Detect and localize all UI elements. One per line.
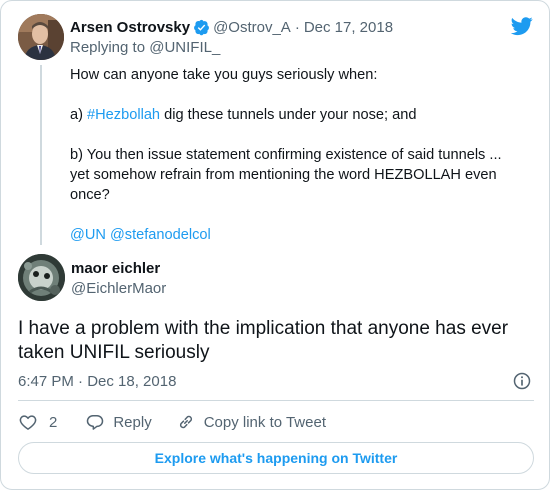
- copy-link-label: Copy link to Tweet: [203, 413, 326, 431]
- reply-button[interactable]: Reply: [85, 412, 152, 432]
- thread-connector-line: [40, 65, 42, 245]
- mention-un-link[interactable]: @UN: [70, 227, 106, 243]
- hashtag-hezbollah-link[interactable]: #Hezbollah: [87, 107, 160, 123]
- text-fragment: dig these tunnels under your nose; and: [160, 107, 417, 123]
- parent-text-line: How can anyone take you guys seriously w…: [70, 67, 378, 83]
- reply-text-line: I have a problem with the implication th…: [18, 318, 509, 339]
- mention-stefanodelcol-link[interactable]: @stefanodelcol: [110, 227, 211, 243]
- maor-eichler-avatar[interactable]: [18, 254, 65, 301]
- reply-button-label: Reply: [113, 413, 152, 431]
- parent-text-line: yet somehow refrain from mentioning the …: [70, 167, 497, 183]
- reply-tweet-text: I have a problem with the implication th…: [18, 317, 538, 365]
- reply-bubble-icon: [87, 415, 104, 430]
- parent-text-line: once?: [70, 187, 110, 203]
- parent-tweet-text: How can anyone take you guys seriously w…: [70, 65, 530, 245]
- parent-text-line: b) You then issue statement confirming e…: [70, 147, 502, 163]
- parent-text-line: @UN @stefanodelcol: [70, 225, 530, 245]
- reply-author-name[interactable]: maor eichler: [71, 260, 160, 277]
- copy-link-button[interactable]: Copy link to Tweet: [176, 412, 326, 432]
- reply-timestamp[interactable]: 6:47 PM · Dec 18, 2018: [18, 373, 176, 390]
- action-bar: 2 Reply Copy link to Tweet: [18, 410, 326, 434]
- parent-tweet-date[interactable]: Dec 17, 2018: [304, 19, 393, 36]
- replying-to-mention[interactable]: @UNIFIL_: [149, 39, 220, 56]
- twitter-logo-icon[interactable]: [511, 15, 533, 37]
- replying-to-line: Replying to @UNIFIL_: [70, 39, 220, 56]
- parent-author-name[interactable]: Arsen Ostrovsky: [70, 19, 190, 36]
- reply-text-line: taken UNIFIL seriously: [18, 342, 210, 363]
- like-count: 2: [49, 413, 58, 431]
- action-bar-divider: [18, 400, 534, 401]
- verified-badge-icon: [194, 19, 209, 35]
- link-icon: [179, 415, 192, 429]
- explore-twitter-button[interactable]: Explore what's happening on Twitter: [18, 442, 534, 474]
- parent-tweet-header: Arsen Ostrovsky @Ostrov_A · Dec 17, 2018: [70, 16, 393, 38]
- embedded-tweet-card: Arsen Ostrovsky @Ostrov_A · Dec 17, 2018…: [0, 0, 550, 490]
- heart-icon: [19, 415, 37, 430]
- like-button[interactable]: 2: [18, 412, 57, 432]
- parent-author-handle[interactable]: @Ostrov_A: [213, 19, 291, 36]
- header-separator: ·: [294, 18, 300, 36]
- info-icon[interactable]: [512, 371, 532, 391]
- replying-to-prefix: Replying to: [70, 39, 150, 56]
- arsen-ostrovsky-avatar[interactable]: [18, 14, 64, 60]
- text-fragment: a): [70, 107, 88, 123]
- parent-text-line: a) #Hezbollah dig these tunnels under yo…: [70, 105, 530, 125]
- reply-author-handle[interactable]: @EichlerMaor: [71, 280, 166, 297]
